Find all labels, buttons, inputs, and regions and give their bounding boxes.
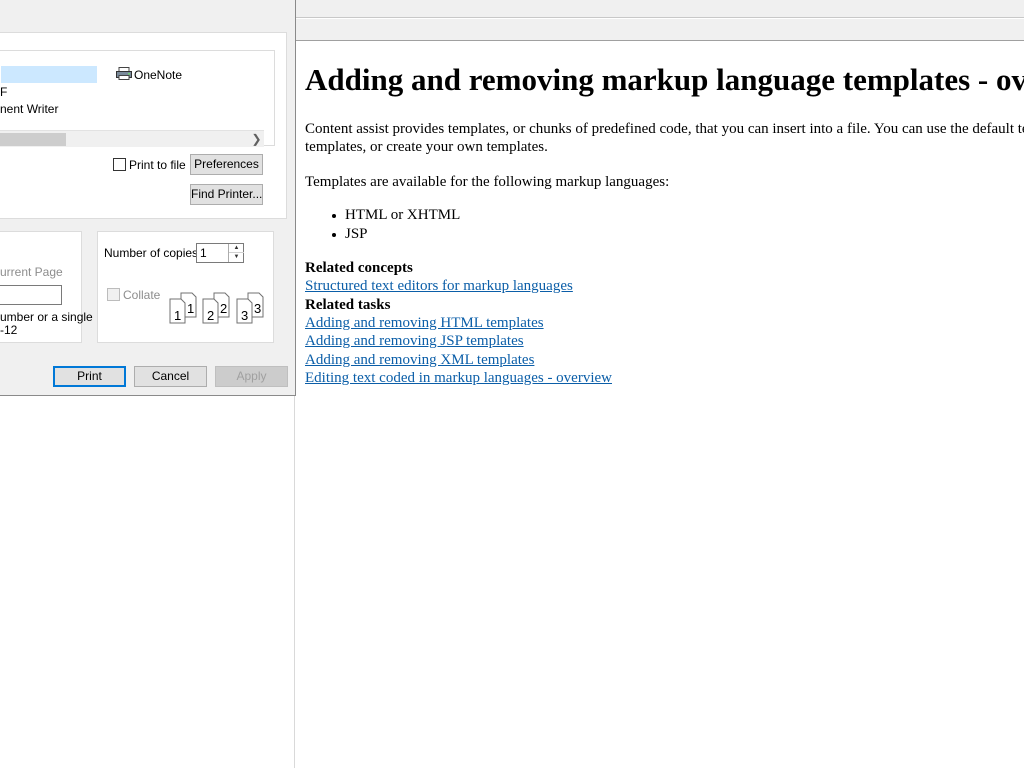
intro-paragraph: Content assist provides templates, or ch… <box>305 120 1024 156</box>
printer-item-pdf[interactable]: F <box>0 85 7 99</box>
related-task-link[interactable]: Adding and removing HTML templates <box>305 314 1024 333</box>
printer-item-document-writer[interactable]: nent Writer <box>0 102 58 116</box>
page-title: Adding and removing markup language temp… <box>305 62 1024 97</box>
copies-label: Number of copies: <box>104 246 202 260</box>
collate-pages-icon-2: 2 2 <box>202 292 230 324</box>
collate-pages-icon-1: 1 1 <box>169 292 197 324</box>
related-task-link[interactable]: Adding and removing XML templates <box>305 351 1024 370</box>
collate-page-label: 2 <box>220 301 227 316</box>
print-dialog: OneNote F nent Writer ❯ Print to file Pr… <box>0 0 296 396</box>
find-printer-button[interactable]: Find Printer... <box>190 184 263 205</box>
copies-value[interactable]: 1 <box>200 246 207 260</box>
related-task-link[interactable]: Editing text coded in markup languages -… <box>305 369 1024 388</box>
print-button[interactable]: Print <box>53 366 126 387</box>
print-to-file-label: Print to file <box>129 158 186 172</box>
related-tasks-heading: Related tasks <box>305 296 391 313</box>
collate-page-label: 1 <box>174 308 181 323</box>
print-to-file-checkbox[interactable] <box>113 158 126 171</box>
printer-item-onenote[interactable]: OneNote <box>134 68 182 82</box>
list-item: HTML or XHTML <box>332 206 1024 225</box>
printer-icon <box>116 67 132 80</box>
languages-intro: Templates are available for the followin… <box>305 174 670 190</box>
help-pane: Adding and removing markup language temp… <box>294 0 1024 768</box>
scroll-right-arrow-icon[interactable]: ❯ <box>249 131 264 148</box>
printer-list-scrollbar[interactable]: ❯ <box>0 130 264 147</box>
help-tab-bar <box>295 19 1024 41</box>
collate-page-label: 1 <box>187 301 194 316</box>
printer-item-selected[interactable] <box>1 66 97 83</box>
collate-page-label: 2 <box>207 308 214 323</box>
spin-down-icon[interactable]: ▼ <box>229 253 244 262</box>
languages-list: HTML or XHTML JSP <box>332 206 1024 244</box>
collate-checkbox[interactable] <box>107 288 120 301</box>
cancel-button[interactable]: Cancel <box>134 366 207 387</box>
collate-page-label: 3 <box>254 301 261 316</box>
apply-button[interactable]: Apply <box>215 366 288 387</box>
related-concept-link[interactable]: Structured text editors for markup langu… <box>305 277 1024 296</box>
help-content: Adding and removing markup language temp… <box>305 62 1024 388</box>
spin-buttons: ▲ ▼ <box>228 244 244 262</box>
pages-hint-line-1: umber or a single <box>0 310 93 324</box>
current-page-option[interactable]: urrent Page <box>0 265 63 279</box>
collate-page-label: 3 <box>241 308 248 323</box>
related-concepts-heading: Related concepts <box>305 260 413 276</box>
copies-stepper[interactable]: 1 ▲ ▼ <box>196 243 244 263</box>
spin-up-icon[interactable]: ▲ <box>229 244 244 253</box>
help-toolbar <box>295 0 1024 18</box>
related-task-link[interactable]: Adding and removing JSP templates <box>305 332 1024 351</box>
preferences-button[interactable]: Preferences <box>190 154 263 175</box>
intro-line-1: Content assist provides templates, or ch… <box>305 121 1024 137</box>
collate-pages-icon-3: 3 3 <box>236 292 264 324</box>
pages-input[interactable] <box>0 285 62 305</box>
collate-label: Collate <box>123 288 161 302</box>
list-item: JSP <box>332 225 1024 244</box>
scrollbar-thumb[interactable] <box>0 133 66 146</box>
pages-hint-line-2: -12 <box>0 323 18 337</box>
intro-line-2: templates, or create your own templates. <box>305 139 548 155</box>
